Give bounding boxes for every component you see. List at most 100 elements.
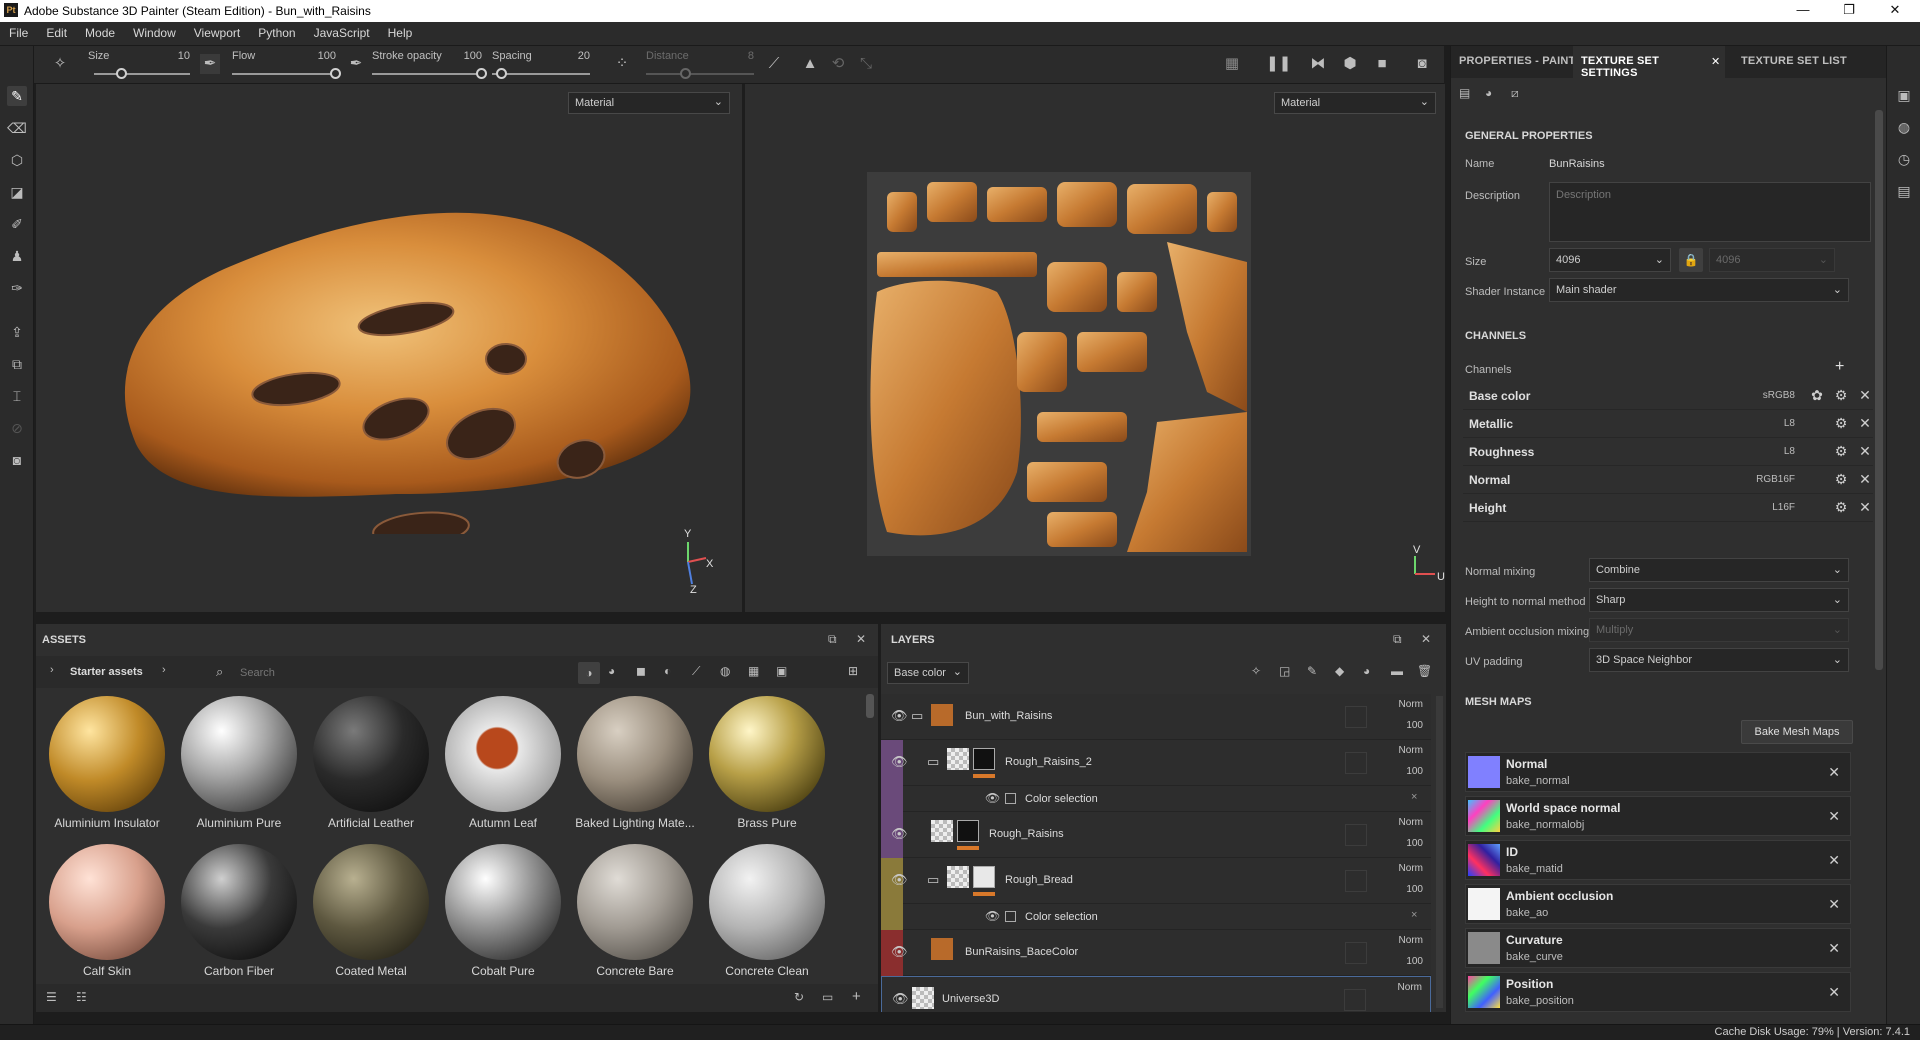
effects-icon[interactable]: ✧ [1251,664,1261,678]
close-panel-icon[interactable]: ✕ [856,632,866,646]
hide-icon[interactable]: ▦ [1222,54,1242,74]
paint-brush-icon[interactable]: ✎ [7,86,27,106]
blend-mode[interactable]: Norm [1373,935,1423,946]
remove-mesh-map-icon[interactable]: ✕ [1828,940,1840,957]
layer-opacity[interactable]: 100 [1373,838,1423,849]
blend-mode[interactable]: Norm [1373,863,1423,874]
asset-item[interactable]: Coated Metal [306,838,436,982]
camera-icon[interactable]: ■ [1372,54,1392,74]
channel-format[interactable]: L8 [1784,418,1795,429]
color-profile-icon[interactable]: ✿ [1809,387,1825,403]
close-window-icon[interactable]: ✕ [1880,2,1910,18]
mesh-map-row[interactable]: Position bake_position ✕ [1465,972,1851,1012]
flow-value[interactable]: 100 [308,50,336,62]
channel-row[interactable]: Base color sRGB8 ✿ ⚙ ✕ [1463,382,1873,410]
screenshot-icon[interactable]: ◙ [1412,54,1432,74]
flow-slider-knob[interactable] [330,68,341,79]
filter-brushes-icon[interactable]: ⟋ [692,664,700,679]
channel-format[interactable]: sRGB8 [1763,390,1795,401]
layer-opacity[interactable]: 100 [1373,956,1423,967]
effect-row[interactable]: 👁 Color selection × [881,786,1431,812]
pause-icon[interactable]: ❚❚ [1266,54,1291,74]
asset-item[interactable]: Concrete Clean [702,838,832,982]
assets-scrollbar[interactable] [866,694,874,718]
size-select[interactable]: 4096 ⌄ [1549,248,1671,272]
material-sphere-icon[interactable]: ◕ [1485,86,1492,100]
list-view-icon[interactable]: ☰ [46,990,57,1004]
name-value[interactable]: BunRaisins [1549,158,1605,170]
eraser-icon[interactable]: ⌫ [7,118,27,138]
add-folder-icon[interactable]: ▬ [1391,664,1403,678]
polygon-fill-icon[interactable]: ◪ [7,182,27,202]
layer-row[interactable]: 👁 Rough_Raisins Norm 100 [881,812,1431,858]
layers-scrollbar[interactable] [1436,696,1443,1008]
viewport-3d[interactable]: Material ⌄ Y X Z [36,84,742,612]
add-channel-icon[interactable]: + [1835,358,1844,376]
layer-row[interactable]: 👁 ▭ Rough_Bread Norm 100 [881,858,1431,904]
asset-item[interactable]: Autumn Leaf [438,690,568,836]
stroke-pressure-icon[interactable]: ✒ [346,54,366,74]
view-cube-icon[interactable]: ⬢ [1340,54,1360,74]
stroke-opacity-slider[interactable] [372,73,482,75]
symmetry-icon[interactable]: ▲ [800,54,820,74]
effect-row[interactable]: 👁 Color selection × [881,904,1431,930]
bake-mesh-maps-button[interactable]: Bake Mesh Maps [1741,720,1853,744]
tab-properties-paint[interactable]: PROPERTIES - PAINT [1451,46,1583,78]
asset-item[interactable]: Brass Pure [702,690,832,836]
spacing-slider-knob[interactable] [496,68,507,79]
asset-item[interactable]: Cobalt Pure [438,838,568,982]
tab-texture-set-list[interactable]: TEXTURE SET LIST [1733,46,1855,78]
layers-channel-select[interactable]: Base color ⌄ [887,662,969,684]
description-field[interactable] [1549,182,1871,242]
log-icon[interactable]: ▤ [1895,182,1913,200]
blend-mode[interactable]: Norm [1372,982,1422,993]
layer-row[interactable]: 👁 ▭ Bun_with_Raisins Norm 100 [881,694,1431,740]
visibility-eye-icon[interactable]: 👁 [891,944,908,960]
channel-row[interactable]: Normal RGB16F ⚙ ✕ [1463,466,1873,494]
remove-channel-icon[interactable]: ✕ [1857,415,1873,431]
remove-mesh-map-icon[interactable]: ✕ [1828,984,1840,1001]
remove-channel-icon[interactable]: ✕ [1857,443,1873,459]
remove-mesh-map-icon[interactable]: ✕ [1828,764,1840,781]
filter-materials-icon[interactable]: ◑ [578,662,600,684]
chevron-right-icon[interactable]: › [50,664,54,676]
spacing-value[interactable]: 20 [562,50,590,62]
display-settings-icon[interactable]: ▣ [1895,86,1913,104]
remove-effect-icon[interactable]: × [1411,791,1417,803]
channel-format[interactable]: RGB16F [1756,474,1795,485]
size-slider-knob[interactable] [116,68,127,79]
layer-row[interactable]: 👁 BunRaisins_BaceColor Norm 100 [881,930,1431,976]
lock-icon[interactable]: 🔒 [1679,248,1703,272]
menu-mode[interactable]: Mode [76,22,124,44]
visibility-eye-icon[interactable]: 👁 [985,909,1000,923]
chevron-right-icon[interactable]: › [162,664,166,676]
close-panel-icon[interactable]: ✕ [1421,632,1431,646]
uv-padding-select[interactable]: 3D Space Neighbor ⌄ [1589,648,1849,672]
layer-opacity[interactable]: 100 [1373,884,1423,895]
gear-icon[interactable]: ⚙ [1833,443,1849,459]
gear-icon[interactable]: ⚙ [1833,499,1849,515]
measure-icon[interactable]: ⌶ [7,386,27,406]
layer-opacity[interactable]: 100 [1373,766,1423,777]
details-view-icon[interactable]: ☷ [76,990,87,1004]
blend-mode[interactable]: Norm [1373,817,1423,828]
menu-javascript[interactable]: JavaScript [305,22,379,44]
size-value[interactable]: 10 [170,50,190,62]
asset-item[interactable]: Aluminium Insulator [42,690,172,836]
flow-slider[interactable] [232,73,336,75]
smudge-icon[interactable]: ✐ [7,214,27,234]
close-tab-icon[interactable]: ✕ [1711,55,1720,68]
stroke-opacity-value[interactable]: 100 [454,50,482,62]
height-to-normal-select[interactable]: Sharp ⌄ [1589,588,1849,612]
layer-opacity[interactable]: 100 [1373,720,1423,731]
filter-masks-icon[interactable]: ◼ [636,664,646,678]
add-paint-layer-icon[interactable]: ✎ [1307,664,1317,678]
effect-checkbox[interactable] [1005,911,1016,922]
remove-mesh-map-icon[interactable]: ✕ [1828,808,1840,825]
remove-effect-icon[interactable]: × [1411,909,1417,921]
normal-mixing-select[interactable]: Combine ⌄ [1589,558,1849,582]
search-input[interactable] [240,664,560,682]
remove-channel-icon[interactable]: ✕ [1857,387,1873,403]
assets-search[interactable]: ⌕ [216,662,574,684]
remove-channel-icon[interactable]: ✕ [1857,499,1873,515]
